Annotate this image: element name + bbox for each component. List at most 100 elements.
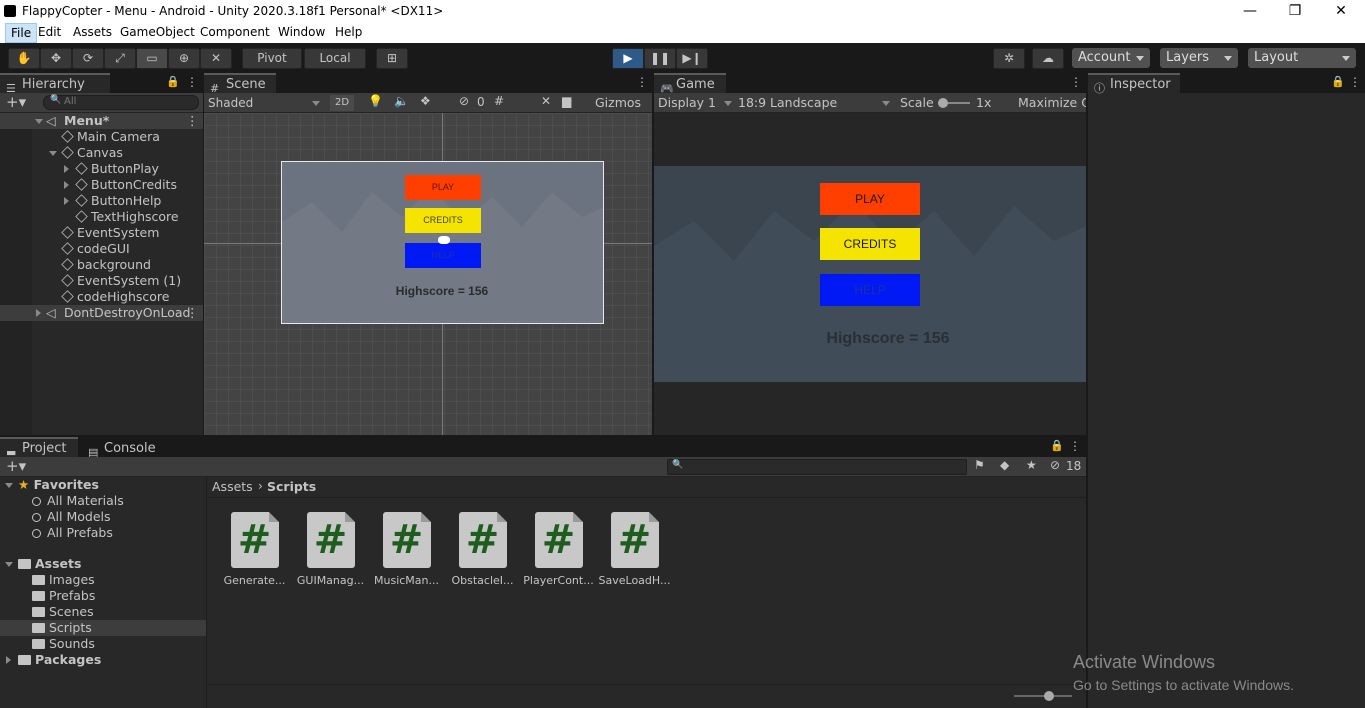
game-credits-button[interactable]: CREDITS [820, 228, 920, 260]
favorites-item[interactable]: ★ Favorites [18, 477, 99, 493]
game-play-button[interactable]: PLAY [820, 183, 920, 215]
menu-gameobject[interactable]: GameObject [115, 23, 200, 43]
close-button[interactable]: ✕ [1318, 0, 1364, 23]
scale-tool-icon[interactable]: ⤢ [104, 48, 136, 69]
hierarchy-item[interactable]: EventSystem (1) [61, 273, 181, 289]
minimize-button[interactable]: — [1227, 0, 1273, 23]
hidden-packages-icon[interactable]: ⊘ [1050, 458, 1060, 472]
hand-tool-icon[interactable]: ✋ [8, 48, 40, 69]
breadcrumb-root[interactable]: Assets [212, 479, 253, 494]
account-dropdown[interactable]: Account [1072, 48, 1150, 68]
rotate-tool-icon[interactable]: ⟳ [72, 48, 104, 69]
tab-game[interactable]: 🎮 Game [654, 73, 726, 95]
tools-icon[interactable]: ✕ [541, 94, 551, 108]
step-button[interactable]: ▶❙ [676, 48, 708, 69]
hierarchy-item[interactable]: Main Camera [61, 129, 160, 145]
layers-dropdown[interactable]: Layers [1160, 48, 1238, 68]
favorite-item[interactable]: All Prefabs [32, 525, 113, 541]
panel-menu-icon[interactable]: ⋮ [1069, 439, 1081, 453]
transform-tool-icon[interactable]: ⊕ [168, 48, 200, 69]
hidden-objects-icon[interactable]: ⊘ [459, 94, 469, 108]
icon-size-slider[interactable] [1014, 691, 1072, 701]
tab-project[interactable]: ▬ Project [0, 437, 78, 459]
game-help-button[interactable]: HELP [820, 274, 920, 306]
project-search-input[interactable]: 🔍 [667, 459, 967, 475]
tab-console[interactable]: ▤ Console [82, 437, 162, 459]
script-file[interactable]: # MusicMan... [369, 512, 444, 587]
hierarchy-item[interactable]: Canvas [61, 145, 123, 161]
packages-folder[interactable]: Packages [18, 652, 101, 668]
hierarchy-item[interactable]: background [61, 257, 151, 273]
maximize-button[interactable]: ❐ [1272, 0, 1318, 23]
scene-row[interactable]: ◁ Menu* ⋮ [0, 113, 203, 129]
tab-hierarchy[interactable]: ☰ Hierarchy [0, 73, 110, 95]
dontdestroy-row[interactable]: ◁ DontDestroyOnLoad ⋮ [0, 305, 203, 321]
panel-menu-icon[interactable]: ⋮ [186, 75, 198, 89]
aspect-dropdown[interactable]: 18:9 Landscape [738, 95, 892, 110]
scene-viewport[interactable]: PLAY CREDITS HELP Highscore = 156 [204, 113, 652, 435]
collab-icon[interactable]: ✲ [993, 48, 1025, 69]
asset-folder[interactable]: Scenes [32, 604, 94, 620]
hierarchy-item[interactable]: TextHighscore [75, 209, 179, 225]
move-tool-icon[interactable]: ✥ [40, 48, 72, 69]
scene-menu-icon[interactable]: ⋮ [186, 305, 199, 321]
menu-edit[interactable]: Edit [33, 23, 66, 43]
menu-component[interactable]: Component [195, 23, 275, 43]
script-file[interactable]: # SaveLoadH... [597, 512, 672, 587]
asset-folder[interactable]: Images [32, 572, 95, 588]
hierarchy-item[interactable]: ButtonCredits [75, 177, 177, 193]
scene-help-button[interactable]: HELP [405, 243, 481, 268]
asset-folder[interactable]: Sounds [32, 636, 95, 652]
assets-folder[interactable]: Assets [18, 556, 81, 572]
display-dropdown[interactable]: Display 1 [658, 95, 734, 110]
tab-inspector[interactable]: ⓘ Inspector [1088, 73, 1180, 95]
menu-assets[interactable]: Assets [68, 23, 117, 43]
camera-icon[interactable]: ▆ [562, 94, 571, 108]
script-file[interactable]: # PlayerCont... [521, 512, 596, 587]
breadcrumb-current[interactable]: Scripts [267, 479, 316, 494]
pivot-toggle[interactable]: Pivot [242, 48, 302, 69]
custom-tool-icon[interactable]: ✕ [200, 48, 232, 69]
hierarchy-item[interactable]: codeHighscore [61, 289, 169, 305]
panel-menu-icon[interactable]: ⋮ [636, 75, 648, 89]
hierarchy-item[interactable]: ButtonHelp [75, 193, 161, 209]
grid-snap-icon[interactable]: ⊞ [376, 48, 408, 69]
lock-icon[interactable]: 🔒 [1050, 439, 1064, 452]
asset-folder[interactable]: Prefabs [32, 588, 95, 604]
2d-toggle[interactable]: 2D [330, 95, 354, 111]
lock-icon[interactable]: 🔒 [166, 75, 180, 88]
cloud-icon[interactable]: ☁ [1032, 48, 1064, 69]
hierarchy-item[interactable]: EventSystem [61, 225, 159, 241]
pause-button[interactable]: ❚❚ [644, 48, 676, 69]
panel-menu-icon[interactable]: ⋮ [1070, 75, 1082, 89]
tab-scene[interactable]: # Scene [204, 73, 276, 95]
menu-window[interactable]: Window [273, 23, 330, 43]
local-toggle[interactable]: Local [304, 48, 366, 69]
lock-icon[interactable]: 🔒 [1331, 75, 1345, 88]
script-file[interactable]: # GUIManag... [293, 512, 368, 587]
label-icon[interactable]: ◆ [1000, 458, 1009, 472]
rect-tool-icon[interactable]: ▭ [136, 48, 168, 69]
grid-icon[interactable]: # [494, 94, 504, 108]
favorite-item[interactable]: All Models [32, 509, 111, 525]
panel-menu-icon[interactable]: ⋮ [1349, 75, 1361, 89]
layout-dropdown[interactable]: Layout [1248, 48, 1356, 68]
game-viewport[interactable]: PLAY CREDITS HELP Highscore = 156 [654, 113, 1086, 435]
effects-icon[interactable]: ❖ [420, 94, 431, 108]
add-icon[interactable]: +▾ [6, 93, 26, 111]
asset-folder-selected[interactable]: Scripts [32, 620, 92, 636]
hierarchy-search-input[interactable]: 🔍 All [43, 95, 199, 110]
maximize-on-play-toggle[interactable]: Maximize O [1018, 95, 1086, 110]
scene-credits-button[interactable]: CREDITS [405, 208, 481, 233]
shading-dropdown[interactable]: Shaded [208, 95, 322, 111]
script-file[interactable]: # Generate... [217, 512, 292, 587]
scene-menu-icon[interactable]: ⋮ [186, 113, 199, 129]
menu-help[interactable]: Help [330, 23, 367, 43]
script-file[interactable]: # ObstacleI... [445, 512, 520, 587]
hierarchy-item[interactable]: ButtonPlay [75, 161, 159, 177]
scene-play-button[interactable]: PLAY [405, 175, 481, 200]
add-icon[interactable]: +▾ [6, 457, 26, 475]
audio-icon[interactable]: 🔈 [394, 94, 409, 108]
play-button[interactable]: ▶ [612, 48, 644, 69]
light-icon[interactable]: 💡 [368, 94, 383, 108]
